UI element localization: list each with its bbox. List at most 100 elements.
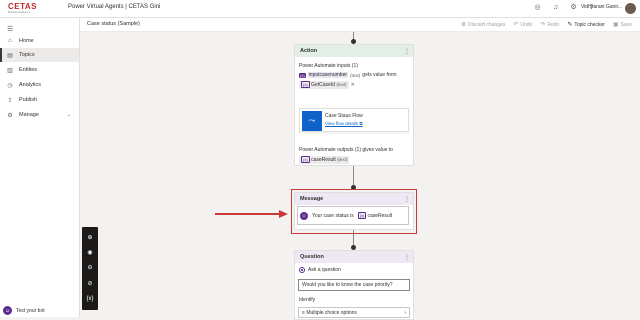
discard-label: Discard changes [468,21,506,28]
action-node-title: Action [300,48,318,54]
action-node-header: Action ⋮ [295,45,413,57]
bot-icon: ☺ [3,306,12,315]
save-button[interactable]: ▣ Save [612,21,632,29]
manage-icon: ⚙ [7,112,13,119]
sidebar-item-label: Home [19,38,34,44]
redo-icon: ↷ [540,22,546,28]
variables-icon[interactable]: {x} [85,294,95,304]
topic-checker-label: Topic checker [574,21,605,28]
variable-badge-icon: {x} [299,72,306,78]
avatar[interactable] [625,3,636,14]
annotation-arrow [215,213,281,215]
reset-icon[interactable]: ⊘ [85,279,95,289]
redo-label: Redo [547,21,560,28]
ask-label: Ask a question [308,267,341,273]
more-options-icon[interactable]: ⋮ [404,48,410,55]
entities-icon: ▥ [7,67,13,74]
sidebar-item-entities[interactable]: ▥ Entities [0,63,79,77]
flow-link-label: View flow details [325,121,359,126]
source-var-name: GetCaseId [311,82,335,88]
sidebar-item-analytics[interactable]: ◷ Analytics [0,78,79,92]
sidebar-item-manage[interactable]: ⚙ Manage ⌄ [0,108,79,122]
sidebar: ☰ ⌂ Home ▤ Topics ▥ Entities ◷ Analytics ⇪ Pu… [0,18,80,317]
input-var-type: (text) [350,72,361,78]
identify-label: Identify [299,297,409,303]
output-var-chip[interactable]: {x} caseResult (text) [299,156,350,164]
logo-text: CETAS [8,2,38,11]
sidebar-item-label: Entities [19,67,38,73]
home-icon: ⌂ [8,38,12,44]
topics-icon: ▤ [7,52,13,59]
output-var-line: {x} caseResult (text) [299,156,411,164]
power-automate-inputs: Power Automate inputs (1) {x} inputcasen… [299,63,409,89]
top-bar: CETAS Building Intelligence Power Virtua… [0,0,640,18]
variable-badge-icon: {x} [301,156,310,163]
highlight-box [291,189,417,234]
output-var-name: caseResult [311,157,336,163]
redo-button[interactable]: ↷ Redo [540,21,560,29]
checker-icon: ✎ [567,22,573,28]
view-flow-details-link[interactable]: View flow details ⧉ [325,121,363,126]
ask-question-row[interactable]: Ask a question [299,267,409,273]
source-var-chip[interactable]: {x} GetCaseId (text) [299,81,349,89]
inputs-label: Power Automate inputs (1) [299,63,358,69]
output-var-type: (text) [337,157,348,162]
publish-icon: ⇪ [7,97,13,104]
topic-checker-button[interactable]: ✎ Topic checker [567,21,605,29]
chevron-right-icon: › [404,310,406,316]
sidebar-item-publish[interactable]: ⇪ Publish [0,93,79,107]
sidebar-item-home[interactable]: ⌂ Home [0,34,79,48]
flow-card[interactable]: ⤳ Case Staus Flow View flow details ⧉ [299,108,409,132]
gets-value-from-label: gets value from [362,72,397,78]
analytics-icon: ◷ [7,82,13,89]
identify-dropdown[interactable]: ≡ Multiple choice options › [298,307,410,318]
annotation-arrow-head [279,209,288,218]
power-automate-icon: ⤳ [302,111,322,131]
question-text-input[interactable]: Would you like to know the case priority… [298,279,410,291]
sidebar-item-label: Topics [19,52,35,58]
identify-value-text: Multiple choice options [306,310,357,316]
variable-badge-icon: {x} [301,81,310,88]
save-label: Save [620,21,632,28]
logo-tagline: Building Intelligence [8,11,31,14]
undo-button[interactable]: ↶ Undo [513,21,533,29]
chevron-down-icon: ⌄ [66,112,71,118]
hamburger-icon[interactable]: ☰ [7,25,13,33]
input-var-name: inputcasenumber [307,72,349,78]
more-options-icon[interactable]: ⋮ [404,254,410,261]
sidebar-item-label: Analytics [19,82,42,88]
command-bar: Case status (Sample) ⊗ Discard changes ↶ U… [80,18,640,32]
power-automate-outputs: Power Automate outputs (1) gives value t… [299,147,411,164]
test-bot-label: Test your bot [16,307,45,314]
save-icon: ▣ [612,22,619,28]
discard-icon: ⊗ [461,22,467,28]
input-var-line: {x} inputcasenumber (text) gets value fr… [299,72,409,78]
discard-changes-button[interactable]: ⊗ Discard changes [461,21,506,29]
page-title: Case status (Sample) [87,21,140,27]
undo-icon: ↶ [513,22,519,28]
command-actions: ⊗ Discard changes ↶ Undo ↷ Redo ✎ Topic chec… [461,21,632,29]
undo-label: Undo [520,21,533,28]
test-your-bot-button[interactable]: ☺ Test your bot [3,306,45,315]
bell-icon[interactable]: ♫ [551,3,560,12]
sidebar-item-label: Manage [19,112,39,118]
source-var-line: {x} GetCaseId (text) ✕ [299,81,409,89]
zoom-toolbar: ⊕ ◉ ⊖ ⊘ {x} [82,227,98,310]
center-icon[interactable]: ◉ [85,248,95,258]
zoom-in-icon[interactable]: ⊕ [85,233,95,243]
sidebar-item-label: Publish [19,97,38,103]
question-node-title: Question [300,254,324,260]
question-node-header: Question ⋮ [295,251,413,263]
settings-ring-icon[interactable]: ◎ [533,3,542,12]
gear-icon[interactable]: ⚙ [569,3,578,12]
sidebar-item-topics[interactable]: ▤ Topics [0,48,79,62]
flow-name: Case Staus Flow [325,113,363,119]
radio-icon [299,267,305,273]
app-title: Power Virtual Agents | CETAS Gini [68,4,161,10]
zoom-out-icon[interactable]: ⊖ [85,263,95,273]
logo: CETAS Building Intelligence [8,2,40,16]
remove-icon[interactable]: ✕ [351,82,355,88]
source-var-type: (text) [336,82,347,87]
user-name[interactable]: Vidhyarani Ganir... [581,4,622,10]
outputs-label: Power Automate outputs (1) gives value t… [299,147,393,153]
